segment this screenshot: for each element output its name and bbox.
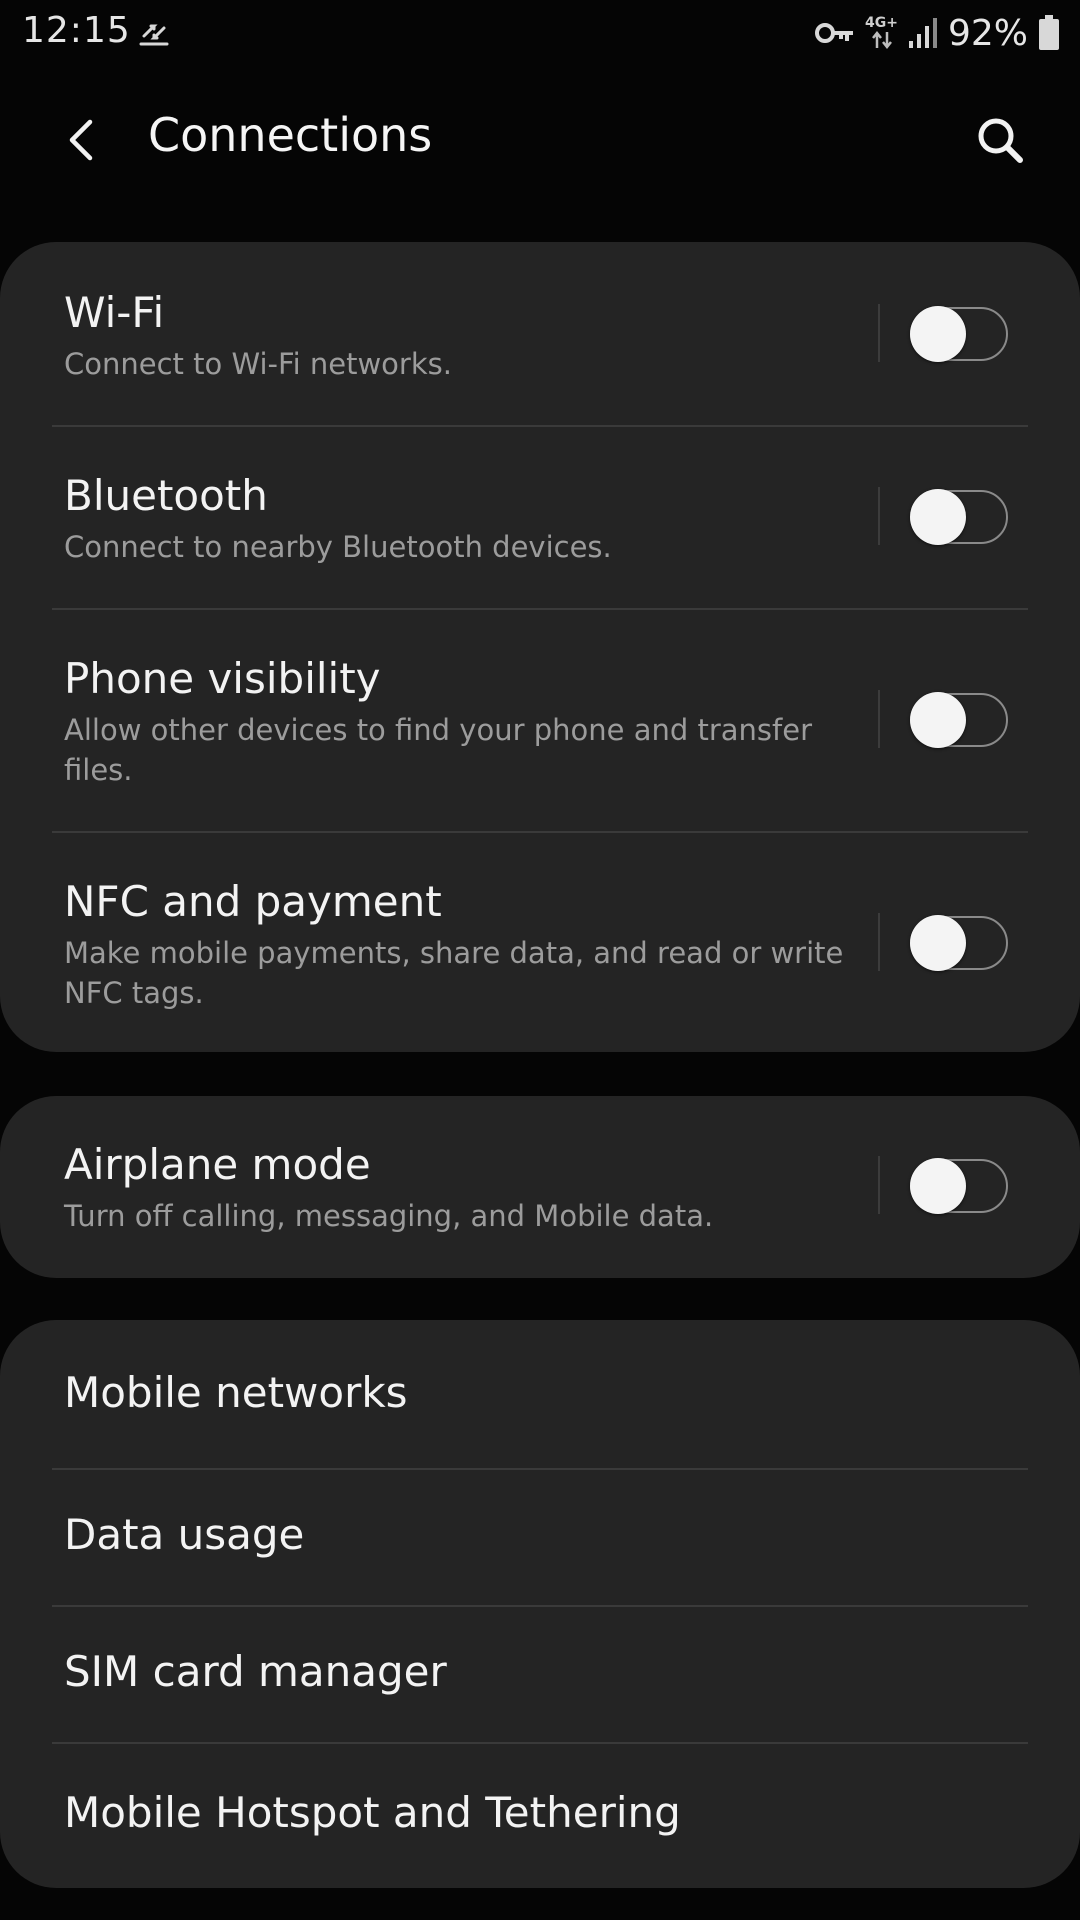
status-bar: 12:15 4G+ 92% xyxy=(0,0,1080,66)
toggle-separator xyxy=(878,913,880,971)
connections-card: Wi-Fi Connect to Wi-Fi networks. Bluetoo… xyxy=(0,242,1080,1052)
bluetooth-title: Bluetooth xyxy=(64,471,268,520)
nfc-title: NFC and payment xyxy=(64,877,442,926)
airplane-mode-toggle[interactable] xyxy=(910,1158,1008,1214)
mobile-networks-row[interactable]: Mobile networks xyxy=(0,1320,1080,1468)
sim-card-manager-title: SIM card manager xyxy=(64,1647,447,1696)
toggle-knob xyxy=(910,915,966,971)
nfc-row[interactable]: NFC and payment Make mobile payments, sh… xyxy=(0,833,1080,1052)
nfc-subtitle: Make mobile payments, share data, and re… xyxy=(64,936,844,1010)
search-icon xyxy=(978,118,1023,163)
phone-visibility-title: Phone visibility xyxy=(64,654,381,703)
bluetooth-row[interactable]: Bluetooth Connect to nearby Bluetooth de… xyxy=(0,427,1080,609)
data-usage-row[interactable]: Data usage xyxy=(0,1470,1080,1606)
networks-card: Mobile networks Data usage SIM card mana… xyxy=(0,1320,1080,1888)
app-bar: Connections xyxy=(0,80,1080,200)
status-icons: 4G+ 92% xyxy=(805,10,1060,56)
bluetooth-subtitle: Connect to nearby Bluetooth devices. xyxy=(64,530,612,564)
vpn-key-icon xyxy=(815,23,854,43)
hotspot-tethering-row[interactable]: Mobile Hotspot and Tethering xyxy=(0,1744,1080,1888)
bluetooth-toggle[interactable] xyxy=(910,489,1008,545)
wifi-toggle[interactable] xyxy=(910,306,1008,362)
chevron-left-icon xyxy=(69,119,93,161)
wifi-row[interactable]: Wi-Fi Connect to Wi-Fi networks. xyxy=(0,242,1080,426)
mobile-networks-title: Mobile networks xyxy=(64,1368,408,1417)
nfc-toggle[interactable] xyxy=(910,915,1008,971)
network-data-icon: 4G+ xyxy=(865,16,898,50)
airplane-mode-subtitle: Turn off calling, messaging, and Mobile … xyxy=(64,1199,714,1233)
toggle-separator xyxy=(878,1156,880,1214)
toggle-knob xyxy=(910,489,966,545)
airplane-card: Airplane mode Turn off calling, messagin… xyxy=(0,1096,1080,1278)
back-button[interactable] xyxy=(52,110,112,170)
toggle-knob xyxy=(910,1158,966,1214)
phone-visibility-subtitle: Allow other devices to find your phone a… xyxy=(64,713,812,787)
page-title: Connections xyxy=(148,108,433,162)
wifi-subtitle: Connect to Wi-Fi networks. xyxy=(64,347,452,381)
battery-percent: 92% xyxy=(947,12,1028,54)
toggle-separator xyxy=(878,690,880,748)
search-button[interactable] xyxy=(970,110,1030,170)
battery-icon xyxy=(1039,15,1059,50)
toggle-knob xyxy=(910,306,966,362)
status-time: 12:15 xyxy=(22,10,131,51)
sim-card-manager-row[interactable]: SIM card manager xyxy=(0,1607,1080,1743)
sync-icon xyxy=(139,24,169,46)
hotspot-tethering-title: Mobile Hotspot and Tethering xyxy=(64,1788,681,1837)
toggle-separator xyxy=(878,487,880,545)
airplane-mode-title: Airplane mode xyxy=(64,1140,371,1189)
wifi-title: Wi-Fi xyxy=(64,288,165,337)
phone-visibility-toggle[interactable] xyxy=(910,692,1008,748)
airplane-mode-row[interactable]: Airplane mode Turn off calling, messagin… xyxy=(0,1096,1080,1278)
toggle-knob xyxy=(910,692,966,748)
toggle-separator xyxy=(878,304,880,362)
data-usage-title: Data usage xyxy=(64,1510,305,1559)
network-type-label: 4G+ xyxy=(865,15,898,31)
signal-icon xyxy=(908,18,937,48)
phone-visibility-row[interactable]: Phone visibility Allow other devices to … xyxy=(0,610,1080,832)
